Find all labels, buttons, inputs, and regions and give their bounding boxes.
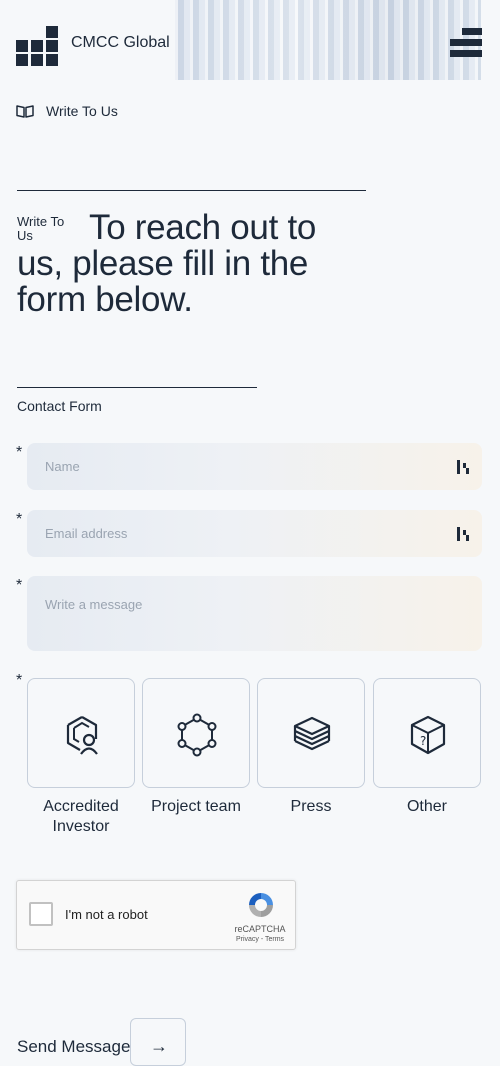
network-hexagon-icon [177, 713, 217, 757]
breadcrumb-label: Write To Us [46, 103, 118, 119]
question-cube-icon: ? [410, 715, 446, 755]
option-other[interactable]: ? [373, 678, 481, 788]
recaptcha-links[interactable]: Privacy - Terms [223, 936, 297, 943]
layers-stack-icon [293, 716, 331, 751]
recaptcha-logo-icon [249, 893, 273, 917]
option-label[interactable]: Project team [137, 797, 255, 817]
required-mark: * [16, 577, 23, 594]
divider [17, 190, 366, 191]
arrow-right-icon: → [150, 1036, 168, 1056]
message-placeholder: Write a message [45, 597, 143, 612]
svg-text:?: ? [420, 734, 426, 748]
divider [17, 387, 257, 388]
autofill-key-icon[interactable] [456, 459, 470, 475]
option-label[interactable]: Accredited Investor [22, 797, 140, 837]
form-section-label: Contact Form [17, 398, 102, 414]
required-mark: * [16, 672, 23, 689]
option-press[interactable] [257, 678, 365, 788]
send-message-label[interactable]: Send Message [17, 1037, 130, 1057]
autofill-key-icon[interactable] [456, 526, 470, 542]
required-mark: * [16, 444, 23, 461]
investor-badge-icon [66, 716, 98, 755]
recaptcha-widget: I'm not a robot reCAPTCHA Privacy - Term… [16, 880, 296, 950]
grid-blocks-logo[interactable] [16, 26, 58, 66]
message-textarea[interactable]: Write a message [27, 576, 482, 651]
email-placeholder: Email address [45, 526, 128, 541]
recaptcha-brand: reCAPTCHA [234, 924, 286, 934]
recaptcha-label: I'm not a robot [65, 907, 148, 922]
hamburger-menu-icon[interactable] [450, 28, 482, 58]
page-headline: To reach out to us, please fill in the f… [17, 208, 317, 319]
hero-image [175, 0, 481, 80]
open-book-icon [16, 105, 34, 118]
name-placeholder: Name [45, 459, 80, 474]
option-project-team[interactable] [142, 678, 250, 788]
option-label[interactable]: Press [252, 797, 370, 817]
name-field[interactable]: Name [27, 443, 482, 490]
email-field[interactable]: Email address [27, 510, 482, 557]
option-label[interactable]: Other [368, 797, 486, 817]
breadcrumb[interactable]: Write To Us [16, 103, 118, 119]
option-accredited-investor[interactable] [27, 678, 135, 788]
recaptcha-checkbox[interactable] [29, 902, 53, 926]
brand-name[interactable]: CMCC Global [71, 34, 170, 52]
required-mark: * [16, 511, 23, 528]
send-message-button[interactable]: → [130, 1018, 186, 1066]
